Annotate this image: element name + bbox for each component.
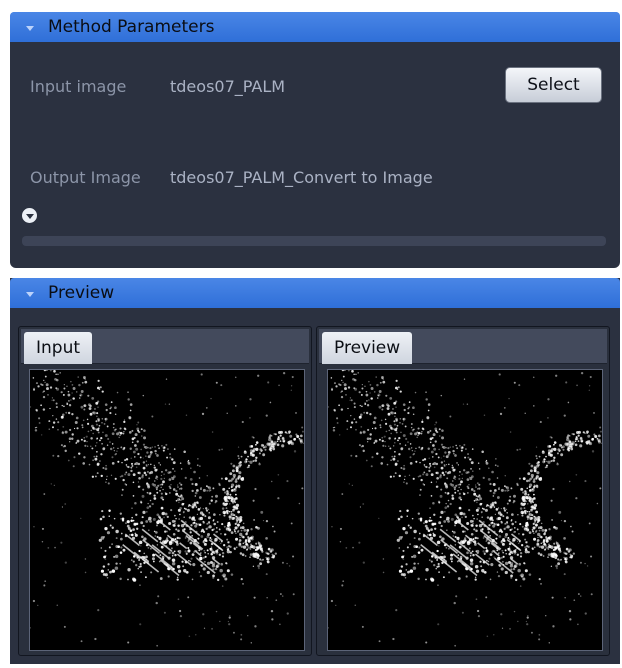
method-parameters-title: Method Parameters xyxy=(48,17,215,37)
preview-header[interactable]: Preview xyxy=(10,278,620,308)
tab-input[interactable]: Input xyxy=(24,332,93,364)
method-parameters-panel xyxy=(10,12,620,268)
select-button[interactable]: Select xyxy=(505,67,602,103)
preview-tabstrip: Preview xyxy=(319,329,607,364)
output-image-value: tdeos07_PALM_Convert to Image xyxy=(170,168,433,187)
chevron-down-icon xyxy=(26,25,34,31)
progress-bar xyxy=(22,236,606,246)
input-image-label: Input image xyxy=(30,77,127,96)
input-tabstrip: Input xyxy=(21,329,309,364)
chevron-down-icon xyxy=(26,291,34,297)
preview-title: Preview xyxy=(48,283,115,303)
preview-viewer: Preview xyxy=(316,326,610,656)
input-viewer: Input xyxy=(18,326,312,656)
preview-image xyxy=(327,369,603,651)
input-image xyxy=(29,369,305,651)
tab-preview[interactable]: Preview xyxy=(322,332,413,364)
input-image-value: tdeos07_PALM xyxy=(170,77,286,96)
method-parameters-header[interactable]: Method Parameters xyxy=(10,12,620,42)
expand-circle-icon[interactable] xyxy=(22,208,37,223)
output-image-label: Output Image xyxy=(30,168,141,187)
